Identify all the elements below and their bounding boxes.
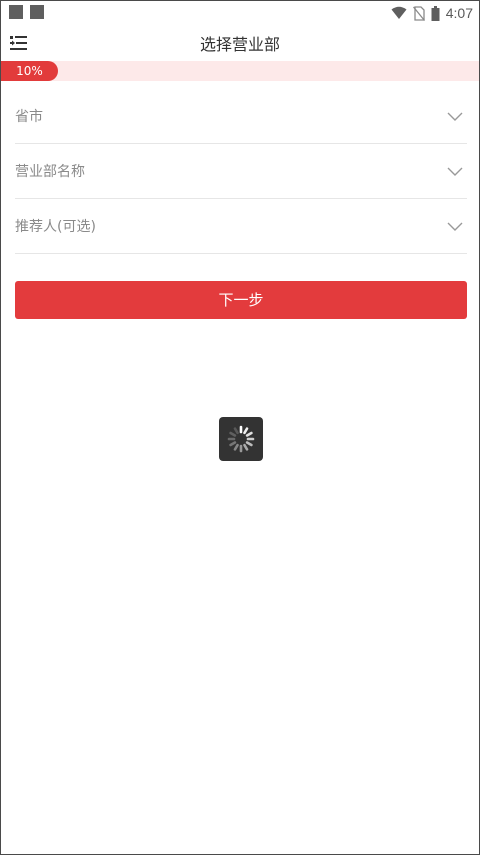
province-city-select[interactable]: 省市: [15, 89, 467, 144]
progress-bar: 10%: [1, 61, 479, 81]
chevron-down-icon: [447, 222, 463, 231]
notification-square-icon: [9, 5, 23, 19]
wifi-icon: [391, 6, 407, 19]
branch-name-label: 营业部名称: [15, 164, 85, 180]
province-city-label: 省市: [15, 109, 43, 125]
progress-fill: 10%: [1, 61, 58, 81]
chevron-down-icon: [447, 112, 463, 121]
app-header: 选择营业部: [1, 25, 479, 61]
branch-form: 省市 营业部名称 推荐人(可选): [15, 89, 467, 254]
clock: 4:07: [445, 5, 473, 21]
referrer-label: 推荐人(可选): [15, 219, 96, 235]
page-title: 选择营业部: [199, 35, 280, 54]
status-bar: 4:07: [1, 1, 479, 25]
loading-spinner-icon: [227, 425, 255, 453]
status-icons: 4:07: [391, 1, 473, 25]
next-step-button[interactable]: 下一步: [15, 281, 467, 319]
battery-icon: [431, 5, 440, 21]
no-sim-icon: [412, 5, 425, 21]
chevron-down-icon: [447, 167, 463, 176]
referrer-select[interactable]: 推荐人(可选): [15, 199, 467, 254]
loading-overlay: [219, 417, 263, 461]
branch-name-select[interactable]: 营业部名称: [15, 144, 467, 199]
app-screen: 4:07 选择营业部 10% 省市 营业部名称 推荐人(可选) 下一步: [0, 0, 480, 855]
notification-square-icon: [30, 5, 44, 19]
